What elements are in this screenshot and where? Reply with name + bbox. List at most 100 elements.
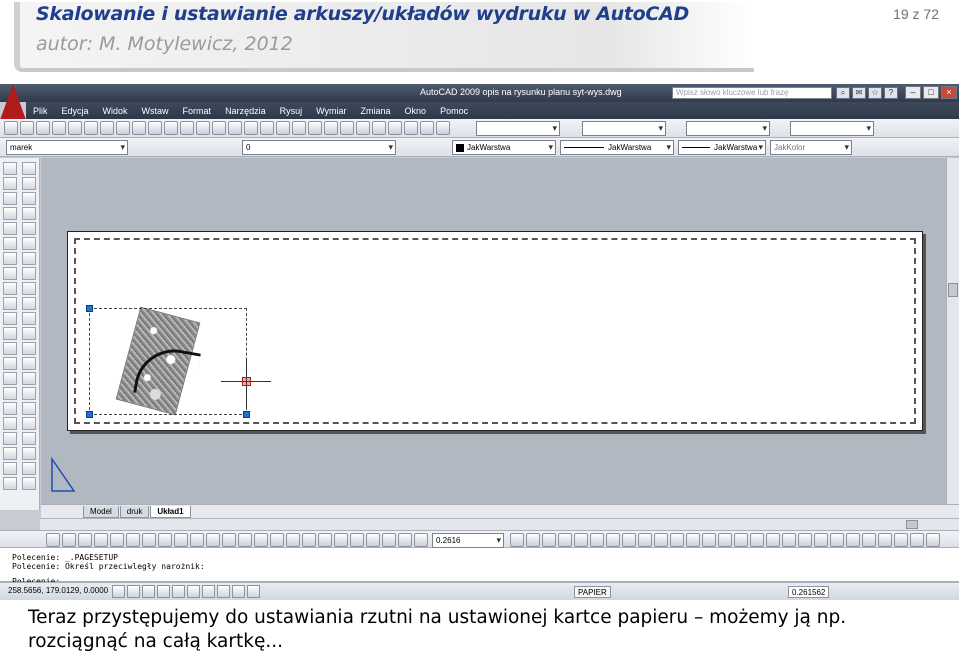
dimension-tool-button-icon[interactable] bbox=[334, 533, 348, 547]
dimension-tool-button-icon[interactable] bbox=[94, 533, 108, 547]
draw-tool-button-icon[interactable] bbox=[3, 207, 17, 220]
snap-tool-button-icon[interactable] bbox=[542, 533, 556, 547]
snap-tool-button-icon[interactable] bbox=[830, 533, 844, 547]
snap-tool-button-icon[interactable] bbox=[894, 533, 908, 547]
modify-tool-button-icon[interactable] bbox=[22, 267, 36, 280]
drafting-setting-button-icon[interactable] bbox=[247, 585, 260, 598]
tab-model[interactable]: Model bbox=[83, 505, 119, 518]
standard-tool-button-icon[interactable] bbox=[52, 121, 66, 135]
dimension-tool-button-icon[interactable] bbox=[318, 533, 332, 547]
modify-tool-button-icon[interactable] bbox=[22, 222, 36, 235]
menu-pomoc[interactable]: Pomoc bbox=[433, 106, 475, 116]
snap-tool-button-icon[interactable] bbox=[862, 533, 876, 547]
snap-tool-button-icon[interactable] bbox=[654, 533, 668, 547]
standard-tool-button-icon[interactable] bbox=[372, 121, 386, 135]
viewport-grip-br[interactable] bbox=[243, 411, 250, 418]
modify-tool-button-icon[interactable] bbox=[22, 432, 36, 445]
menu-rysuj[interactable]: Rysuj bbox=[273, 106, 310, 116]
standard-tool-button-icon[interactable] bbox=[116, 121, 130, 135]
drafting-setting-button-icon[interactable] bbox=[187, 585, 200, 598]
draw-tool-button-icon[interactable] bbox=[3, 282, 17, 295]
dimension-tool-button-icon[interactable] bbox=[142, 533, 156, 547]
draw-tool-button-icon[interactable] bbox=[3, 357, 17, 370]
dimension-tool-button-icon[interactable] bbox=[366, 533, 380, 547]
standard-tool-button-icon[interactable] bbox=[244, 121, 258, 135]
dimension-tool-button-icon[interactable] bbox=[398, 533, 412, 547]
snap-tool-button-icon[interactable] bbox=[846, 533, 860, 547]
standard-tool-button-icon[interactable] bbox=[308, 121, 322, 135]
drafting-setting-button-icon[interactable] bbox=[202, 585, 215, 598]
drafting-setting-button-icon[interactable] bbox=[172, 585, 185, 598]
snap-tool-button-icon[interactable] bbox=[574, 533, 588, 547]
layer-dropdown[interactable]: 0 bbox=[242, 140, 396, 155]
draw-tool-button-icon[interactable] bbox=[3, 417, 17, 430]
menu-edycja[interactable]: Edycja bbox=[55, 106, 96, 116]
draw-tool-button-icon[interactable] bbox=[3, 192, 17, 205]
modify-tool-button-icon[interactable] bbox=[22, 357, 36, 370]
dimension-tool-button-icon[interactable] bbox=[78, 533, 92, 547]
plotstyle-dropdown[interactable]: JakKolor bbox=[770, 140, 852, 155]
workspace-dropdown[interactable]: marek bbox=[6, 140, 128, 155]
text-style-dropdown[interactable] bbox=[476, 121, 560, 136]
draw-tool-button-icon[interactable] bbox=[3, 342, 17, 355]
snap-tool-button-icon[interactable] bbox=[814, 533, 828, 547]
standard-tool-button-icon[interactable] bbox=[132, 121, 146, 135]
viewport-scale[interactable]: 0.261562 bbox=[788, 586, 830, 598]
standard-tool-button-icon[interactable] bbox=[4, 121, 18, 135]
viewport-rectangle[interactable] bbox=[89, 308, 247, 415]
snap-tool-button-icon[interactable] bbox=[798, 533, 812, 547]
draw-tool-button-icon[interactable] bbox=[3, 327, 17, 340]
modify-tool-button-icon[interactable] bbox=[22, 252, 36, 265]
standard-tool-button-icon[interactable] bbox=[356, 121, 370, 135]
snap-tool-button-icon[interactable] bbox=[878, 533, 892, 547]
communication-center-icon[interactable]: ✉ bbox=[852, 87, 866, 99]
coordinates-readout[interactable]: 258.5656, 179.0129, 0.0000 bbox=[8, 586, 108, 595]
snap-tool-button-icon[interactable] bbox=[702, 533, 716, 547]
dimension-tool-button-icon[interactable] bbox=[190, 533, 204, 547]
standard-tool-button-icon[interactable] bbox=[436, 121, 450, 135]
dimension-tool-button-icon[interactable] bbox=[238, 533, 252, 547]
tab-druk[interactable]: druk bbox=[119, 505, 150, 518]
drafting-setting-button-icon[interactable] bbox=[217, 585, 230, 598]
modify-tool-button-icon[interactable] bbox=[22, 297, 36, 310]
horizontal-scrollbar[interactable] bbox=[40, 518, 959, 530]
dim-update-dropdown[interactable]: 0.2616 bbox=[432, 533, 504, 548]
menu-format[interactable]: Format bbox=[176, 106, 219, 116]
modify-tool-button-icon[interactable] bbox=[22, 237, 36, 250]
snap-tool-button-icon[interactable] bbox=[750, 533, 764, 547]
vertical-scrollbar[interactable] bbox=[946, 158, 959, 504]
dimension-tool-button-icon[interactable] bbox=[46, 533, 60, 547]
dimension-tool-button-icon[interactable] bbox=[254, 533, 268, 547]
snap-tool-button-icon[interactable] bbox=[558, 533, 572, 547]
draw-tool-button-icon[interactable] bbox=[3, 432, 17, 445]
modify-tool-button-icon[interactable] bbox=[22, 387, 36, 400]
menu-narzedzia[interactable]: Narzędzia bbox=[218, 106, 273, 116]
modify-tool-button-icon[interactable] bbox=[22, 177, 36, 190]
draw-tool-button-icon[interactable] bbox=[3, 237, 17, 250]
lineweight-dropdown[interactable]: JakWarstwa bbox=[678, 140, 766, 155]
dimension-tool-button-icon[interactable] bbox=[62, 533, 76, 547]
dimension-tool-button-icon[interactable] bbox=[270, 533, 284, 547]
modify-tool-button-icon[interactable] bbox=[22, 192, 36, 205]
modify-tool-button-icon[interactable] bbox=[22, 372, 36, 385]
standard-tool-button-icon[interactable] bbox=[292, 121, 306, 135]
draw-tool-button-icon[interactable] bbox=[3, 162, 17, 175]
drafting-setting-button-icon[interactable] bbox=[232, 585, 245, 598]
draw-tool-button-icon[interactable] bbox=[3, 252, 17, 265]
drafting-setting-button-icon[interactable] bbox=[157, 585, 170, 598]
draw-tool-button-icon[interactable] bbox=[3, 387, 17, 400]
dimension-tool-button-icon[interactable] bbox=[174, 533, 188, 547]
standard-tool-button-icon[interactable] bbox=[260, 121, 274, 135]
standard-tool-button-icon[interactable] bbox=[276, 121, 290, 135]
multileader-style-dropdown[interactable] bbox=[790, 121, 874, 136]
snap-tool-button-icon[interactable] bbox=[510, 533, 524, 547]
standard-tool-button-icon[interactable] bbox=[404, 121, 418, 135]
snap-tool-button-icon[interactable] bbox=[590, 533, 604, 547]
modify-tool-button-icon[interactable] bbox=[22, 207, 36, 220]
draw-tool-button-icon[interactable] bbox=[3, 297, 17, 310]
menu-widok[interactable]: Widok bbox=[96, 106, 135, 116]
dim-style-dropdown[interactable] bbox=[582, 121, 666, 136]
standard-tool-button-icon[interactable] bbox=[388, 121, 402, 135]
snap-tool-button-icon[interactable] bbox=[782, 533, 796, 547]
standard-tool-button-icon[interactable] bbox=[100, 121, 114, 135]
